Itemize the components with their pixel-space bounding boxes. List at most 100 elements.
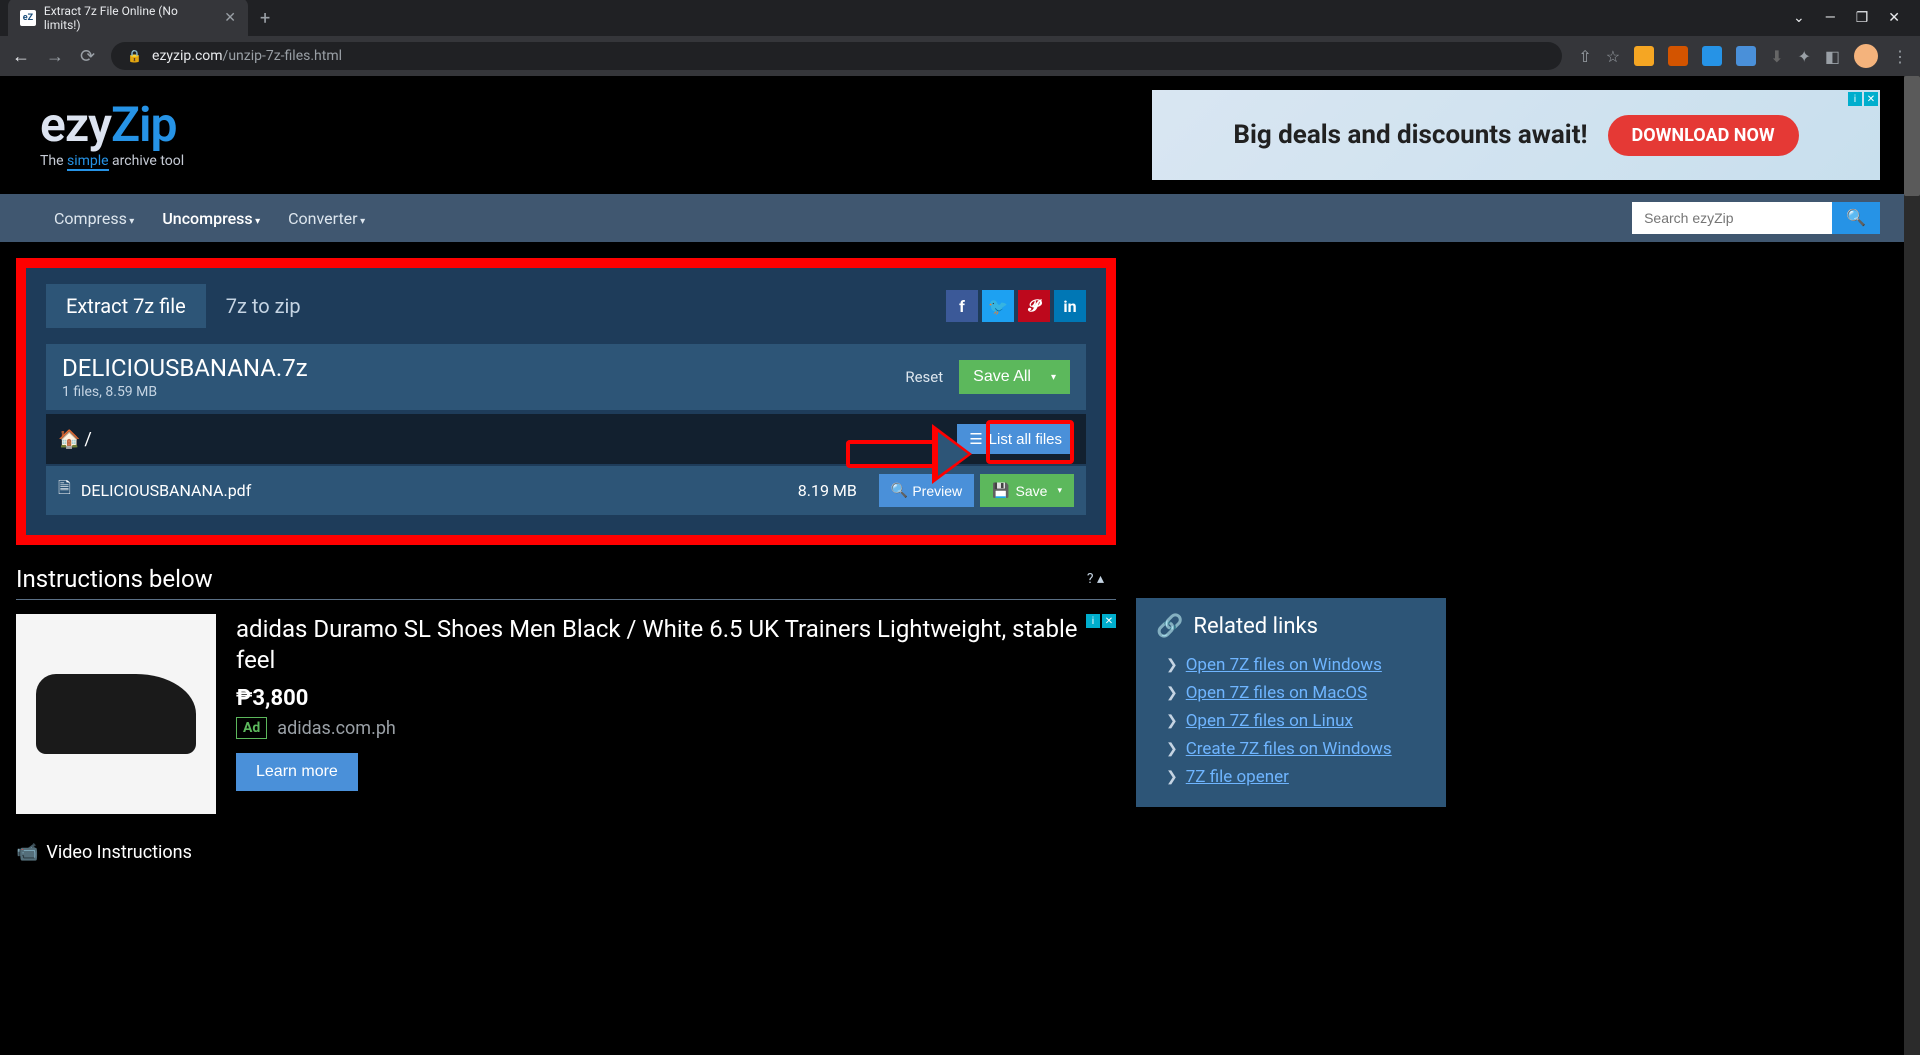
- instructions-toggle[interactable]: ? ▴: [1087, 571, 1104, 587]
- chevron-right-icon: ❯: [1166, 657, 1178, 673]
- ad-info-icon[interactable]: i: [1848, 92, 1862, 106]
- related-link[interactable]: Create 7Z files on Windows: [1186, 739, 1392, 759]
- related-title-text: Related links: [1193, 614, 1318, 639]
- related-links-title: 🔗 Related links: [1156, 614, 1426, 639]
- file-count: 1 files, 8.59 MB: [62, 384, 308, 400]
- highlight-annotation: Extract 7z file 7z to zip f 🐦 𝓟 in DELIC: [16, 258, 1116, 545]
- ad-product[interactable]: i✕ adidas Duramo SL Shoes Men Black / Wh…: [16, 614, 1116, 814]
- magnifier-icon: 🔍: [891, 482, 908, 499]
- logo-tagline-post: archive tool: [109, 153, 185, 169]
- ad-banner[interactable]: i✕ Big deals and discounts await! DOWNLO…: [1152, 90, 1880, 180]
- list-all-files-label: List all files: [989, 431, 1062, 448]
- download-icon[interactable]: ⬇: [1770, 47, 1783, 66]
- preview-label: Preview: [912, 483, 962, 499]
- related-link[interactable]: Open 7Z files on Windows: [1186, 655, 1382, 675]
- extension-icon-2[interactable]: [1668, 46, 1688, 66]
- linkedin-icon[interactable]: in: [1054, 290, 1086, 322]
- main-nav: Compress Uncompress Converter 🔍: [0, 194, 1920, 242]
- maximize-icon[interactable]: ❐: [1856, 10, 1869, 26]
- save-all-button[interactable]: Save All: [959, 360, 1070, 394]
- sidepanel-icon[interactable]: ◧: [1825, 47, 1840, 66]
- ad-product-title: adidas Duramo SL Shoes Men Black / White…: [236, 614, 1086, 676]
- forward-button[interactable]: →: [46, 46, 64, 67]
- url-domain: ezyzip.com: [152, 48, 223, 64]
- facebook-icon[interactable]: f: [946, 290, 978, 322]
- instructions-title: Instructions below: [16, 565, 213, 593]
- profile-avatar[interactable]: [1854, 44, 1878, 68]
- extension-icon-1[interactable]: [1634, 46, 1654, 66]
- logo-tagline-pre: The: [40, 153, 67, 169]
- related-item: ❯Create 7Z files on Windows: [1166, 735, 1426, 763]
- ad-close-icon[interactable]: ✕: [1102, 614, 1116, 628]
- ad-product-price: ₱3,800: [236, 686, 1086, 711]
- browser-tab[interactable]: eZ Extract 7z File Online (No limits!) ✕: [8, 0, 248, 38]
- related-link[interactable]: Open 7Z files on MacOS: [1186, 683, 1367, 703]
- twitter-icon[interactable]: 🐦: [982, 290, 1014, 322]
- new-tab-button[interactable]: +: [260, 8, 270, 29]
- link-icon: 🔗: [1156, 614, 1183, 639]
- archive-name: DELICIOUSBANANA.7z: [62, 354, 308, 382]
- tab-extract-7z[interactable]: Extract 7z file: [46, 284, 206, 328]
- close-window-icon[interactable]: ✕: [1888, 10, 1900, 26]
- chevron-down-icon[interactable]: ⌄: [1793, 10, 1805, 26]
- home-icon[interactable]: 🏠: [58, 429, 80, 450]
- ad-product-image: [16, 614, 216, 814]
- learn-more-button[interactable]: Learn more: [236, 753, 358, 791]
- save-button[interactable]: 💾 Save: [980, 474, 1074, 507]
- lock-icon: 🔒: [127, 49, 142, 63]
- site-logo[interactable]: ezyZip The simple archive tool: [40, 101, 184, 169]
- ad-banner-cta[interactable]: DOWNLOAD NOW: [1608, 115, 1799, 156]
- related-item: ❯ 7Z file opener: [1166, 763, 1426, 791]
- scrollbar-thumb[interactable]: [1904, 76, 1920, 196]
- breadcrumb-slash: /: [84, 429, 91, 450]
- nav-uncompress[interactable]: Uncompress: [148, 197, 274, 240]
- chevron-right-icon: ❯: [1166, 769, 1178, 785]
- back-button[interactable]: ←: [12, 46, 30, 67]
- address-bar: ← → ⟳ 🔒 ezyzip.com/unzip-7z-files.html ⇧…: [0, 36, 1920, 76]
- save-label: Save: [1016, 483, 1048, 499]
- extension-icon-4[interactable]: [1736, 46, 1756, 66]
- share-icon[interactable]: ⇧: [1578, 47, 1591, 66]
- search-button[interactable]: 🔍: [1832, 202, 1880, 234]
- file-name: DELICIOUSBANANA.pdf: [81, 481, 251, 500]
- ad-advertiser: adidas.com.ph: [277, 718, 396, 739]
- pinterest-icon[interactable]: 𝓟: [1018, 290, 1050, 322]
- video-instructions-heading: 📹 Video Instructions: [16, 834, 1116, 871]
- search-input[interactable]: [1632, 202, 1832, 234]
- related-links-panel: 🔗 Related links ❯ Open 7Z files on Windows…: [1136, 598, 1446, 807]
- tab-7z-to-zip[interactable]: 7z to zip: [206, 284, 321, 328]
- extension-icon-3[interactable]: [1702, 46, 1722, 66]
- menu-icon[interactable]: ⋮: [1892, 47, 1908, 66]
- file-icon: 🗎: [58, 477, 71, 504]
- url-bar[interactable]: 🔒 ezyzip.com/unzip-7z-files.html: [111, 42, 1562, 70]
- nav-compress[interactable]: Compress: [40, 197, 148, 240]
- related-item: ❯ Open 7Z files on MacOS: [1166, 679, 1426, 707]
- related-link[interactable]: 7Z file opener: [1186, 767, 1289, 787]
- ad-label: Ad: [236, 717, 267, 739]
- save-all-label: Save All: [973, 368, 1031, 386]
- video-instructions-label: Video Instructions: [46, 842, 192, 863]
- list-icon: ☰: [969, 430, 982, 448]
- preview-button[interactable]: 🔍Preview: [879, 474, 974, 507]
- file-size: 8.19 MB: [784, 475, 871, 506]
- minimize-icon[interactable]: —: [1825, 10, 1836, 26]
- url-path: /unzip-7z-files.html: [223, 48, 342, 64]
- scrollbar[interactable]: [1904, 76, 1920, 1055]
- extensions-icon[interactable]: ✦: [1797, 47, 1810, 66]
- chevron-right-icon: ❯: [1166, 685, 1178, 701]
- reload-button[interactable]: ⟳: [80, 46, 95, 67]
- chevron-right-icon: ❯: [1166, 713, 1178, 729]
- list-all-files-button[interactable]: ☰ List all files: [957, 424, 1074, 454]
- close-tab-icon[interactable]: ✕: [224, 10, 236, 26]
- tab-bar: eZ Extract 7z File Online (No limits!) ✕…: [0, 0, 1920, 36]
- nav-converter[interactable]: Converter: [274, 197, 379, 240]
- tab-favicon: eZ: [20, 10, 36, 26]
- save-file-icon: 💾: [992, 482, 1009, 499]
- ad-close-icon[interactable]: ✕: [1864, 92, 1878, 106]
- related-link[interactable]: Open 7Z files on Linux: [1186, 711, 1353, 731]
- bookmark-icon[interactable]: ☆: [1606, 47, 1620, 66]
- reset-link[interactable]: Reset: [905, 368, 943, 386]
- ad-info-icon[interactable]: i: [1086, 614, 1100, 628]
- file-row: 🗎 DELICIOUSBANANA.pdf 8.19 MB 🔍Preview 💾…: [46, 466, 1086, 515]
- logo-tagline-em: simple: [67, 153, 109, 171]
